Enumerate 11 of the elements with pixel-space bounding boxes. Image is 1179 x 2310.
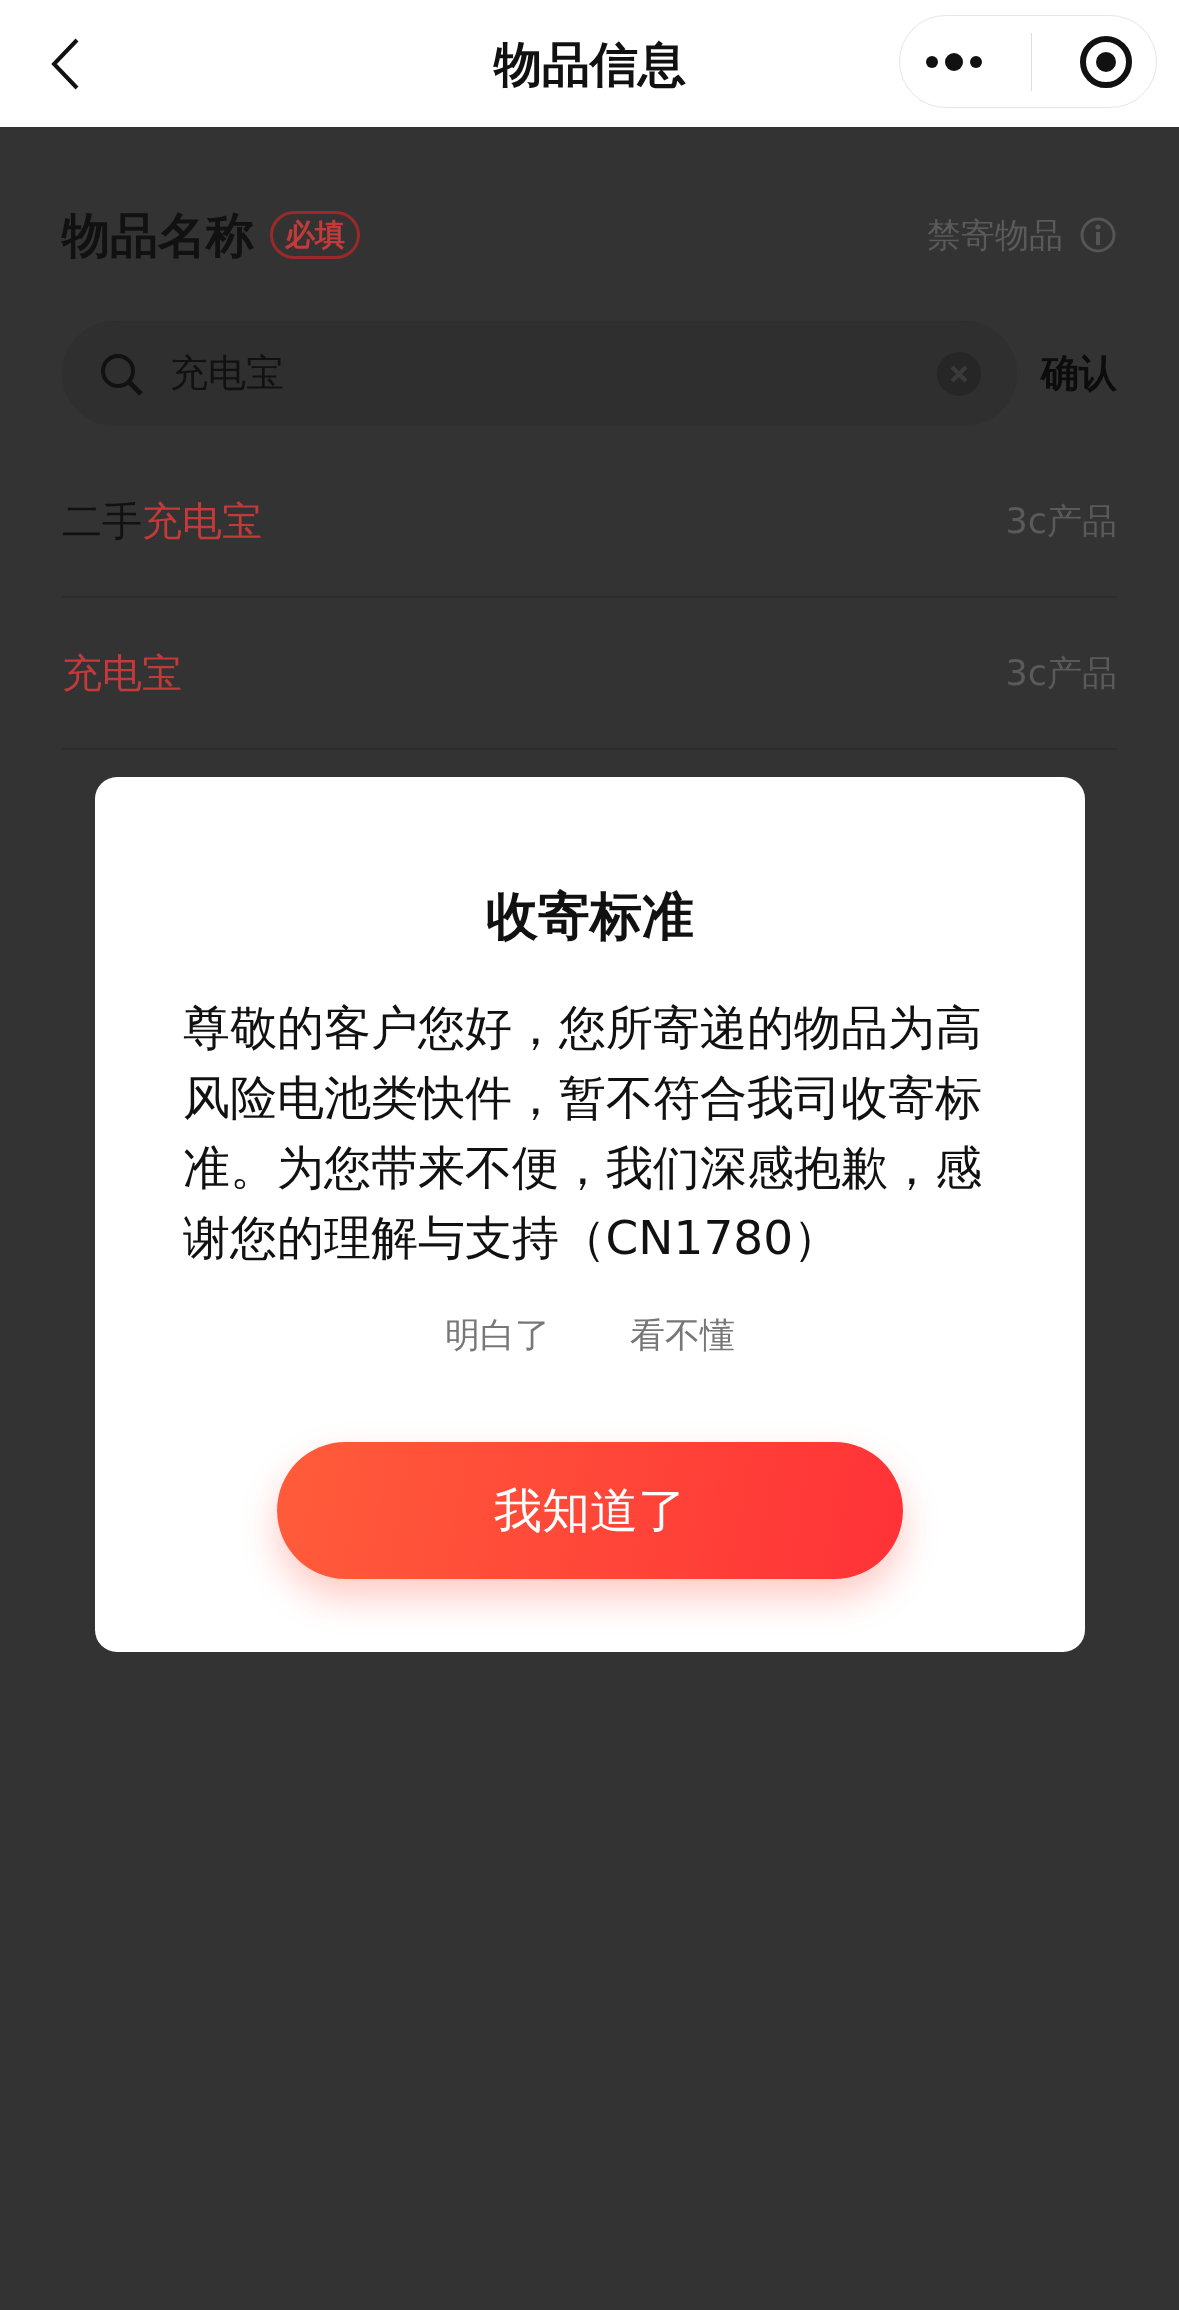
back-icon	[50, 38, 80, 90]
required-tag: 必填	[270, 211, 360, 259]
close-icon[interactable]	[1078, 34, 1133, 89]
feedback-link[interactable]: 看不懂	[630, 1309, 735, 1362]
feedback-link[interactable]: 明白了	[445, 1309, 550, 1362]
dialog-message: 尊敬的客户您好，您所寄递的物品为高风险电池类快件，暂不符合我司收寄标准。为您带来不便，我们深感抱歉，感谢您的理解与支持（CN1780）	[182, 999, 983, 1267]
result-name[interactable]: 充电宝	[62, 643, 182, 703]
acknowledge-button[interactable]: 我知道了	[277, 1441, 903, 1579]
dialog-title: 收寄标准	[486, 885, 694, 948]
more-icon[interactable]	[923, 51, 984, 72]
page-title: 物品信息	[493, 34, 686, 94]
